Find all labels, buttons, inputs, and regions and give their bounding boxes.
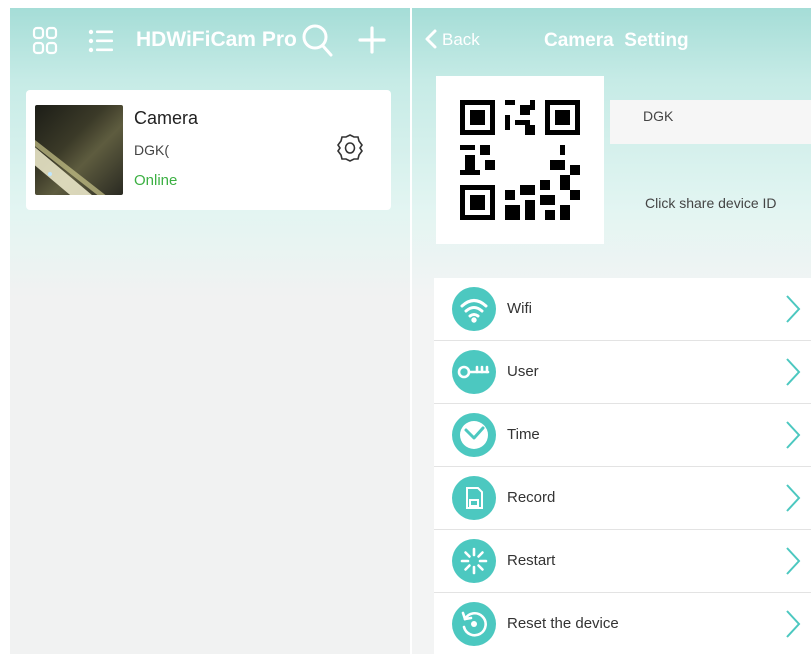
camera-status: Online (134, 172, 178, 189)
chevron-right-icon (785, 483, 801, 518)
device-id-strip (610, 100, 811, 144)
camera-name: Camera (134, 108, 199, 128)
grid-view-icon[interactable] (32, 26, 58, 61)
gear-icon[interactable] (336, 133, 364, 168)
chevron-right-icon (785, 357, 801, 392)
device-id: DGK (643, 108, 674, 124)
app-title: HDWiFiCam Pro (136, 28, 297, 51)
reset-icon (452, 602, 496, 646)
chevron-right-icon (785, 294, 801, 329)
menu-item-wifi[interactable]: Wifi (434, 278, 811, 341)
sd-card-icon (452, 476, 496, 520)
chevron-right-icon (785, 420, 801, 455)
menu-item-reset[interactable]: Reset the device (434, 593, 811, 654)
wifi-icon (452, 287, 496, 331)
clock-icon (452, 413, 496, 457)
camera-list-screen: HDWiFiCam Pro Camera DGK( Online (10, 8, 410, 654)
chevron-right-icon (785, 609, 801, 644)
chevron-right-icon (785, 546, 801, 581)
search-icon[interactable] (302, 24, 334, 63)
menu-item-label: Reset the device (507, 615, 619, 632)
menu-item-label: Wifi (507, 300, 532, 317)
back-button[interactable]: Back (442, 30, 480, 50)
menu-item-label: User (507, 363, 539, 380)
top-bar: HDWiFiCam Pro (10, 8, 410, 72)
menu-item-label: Time (507, 426, 540, 443)
page-title: Camera Setting (544, 30, 689, 51)
menu-item-time[interactable]: Time (434, 404, 811, 467)
menu-item-user[interactable]: User (434, 341, 811, 404)
menu-item-label: Restart (507, 552, 556, 569)
share-device-id-link[interactable]: Click share device ID (645, 195, 777, 211)
back-chevron-icon[interactable] (424, 28, 438, 55)
restart-spinner-icon (452, 539, 496, 583)
menu-item-label: Record (507, 489, 556, 506)
camera-setting-screen: Back Camera Setting DGK Click share devi… (412, 8, 811, 654)
list-view-icon[interactable] (88, 28, 114, 59)
settings-menu: Wifi User Time Record Restart Reset the … (434, 278, 811, 654)
camera-card[interactable]: Camera DGK( Online (26, 90, 391, 210)
camera-thumbnail[interactable] (35, 105, 123, 195)
add-icon[interactable] (358, 26, 386, 59)
menu-item-restart[interactable]: Restart (434, 530, 811, 593)
key-icon (452, 350, 496, 394)
qr-code[interactable] (436, 76, 604, 244)
camera-id: DGK( (134, 142, 169, 158)
menu-item-record[interactable]: Record (434, 467, 811, 530)
